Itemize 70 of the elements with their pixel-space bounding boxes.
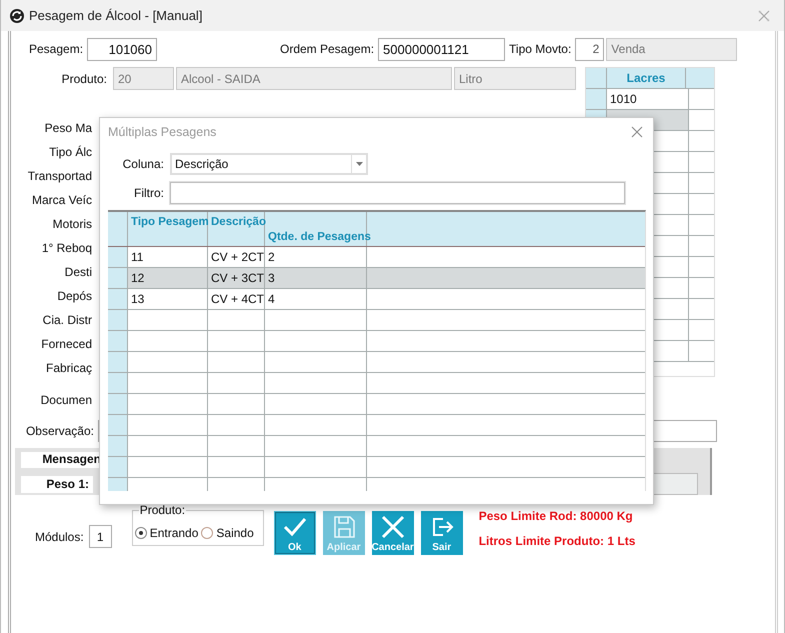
field-label: Fabricaç <box>46 360 92 377</box>
window-title: Pesagem de Álcool - [Manual] <box>29 8 202 23</box>
input-field[interactable]: 1 <box>88 525 112 548</box>
table-cell: CV + 2CT <box>208 247 265 267</box>
field-label: Tipo Movto: <box>509 42 572 56</box>
field-label: Transportad <box>28 168 92 185</box>
table-cell: 3 <box>265 268 367 288</box>
field-label: Produto: <box>60 72 107 86</box>
row-header[interactable] <box>108 247 128 267</box>
row-header[interactable] <box>108 331 128 351</box>
row-header[interactable] <box>108 352 128 372</box>
table-cell: 13 <box>128 289 208 309</box>
field-label: Ordem Pesagem: <box>280 42 374 56</box>
input-field: Venda <box>606 38 738 60</box>
field-label: Filtro: <box>133 186 164 200</box>
table-cell: CV + 4CT <box>208 289 265 309</box>
input-field: Litro <box>454 67 576 90</box>
radio-button[interactable] <box>134 527 147 539</box>
input-field: 20 <box>113 67 174 90</box>
dialog-title: Múltiplas Pesagens <box>108 125 216 139</box>
field-label: Observação: <box>24 424 94 438</box>
row-header[interactable] <box>108 415 128 435</box>
column-header: Tipo Pesagem <box>128 212 208 246</box>
panel-title: Mensagen <box>42 452 101 466</box>
field-label: Motoris <box>52 216 92 233</box>
input-field[interactable]: 101060 <box>87 38 157 60</box>
input-field[interactable]: 2 <box>575 38 604 60</box>
field-label: Marca Veíc <box>32 192 92 209</box>
field-label: Depós <box>57 288 92 305</box>
field-label: 1° Reboq <box>42 240 92 257</box>
column-header: Descrição <box>208 212 265 246</box>
limit-text: Peso Limite Rod: 80000 Kg <box>478 509 634 523</box>
radio-label[interactable]: Saindo <box>216 526 254 540</box>
filter-field[interactable] <box>170 182 625 204</box>
input-field[interactable]: 500000001121 <box>378 38 506 60</box>
table-cell: 2 <box>265 247 367 267</box>
column-header: Lacres <box>607 68 686 88</box>
field-label: Peso Ma <box>44 120 92 137</box>
field-label: Módulos: <box>35 530 84 544</box>
radio-button[interactable] <box>201 527 214 539</box>
close-icon[interactable] <box>758 10 770 22</box>
row-header[interactable] <box>108 268 128 288</box>
app-logo-icon <box>9 8 25 24</box>
row-header[interactable] <box>586 89 607 109</box>
table-cell: CV + 3CT <box>208 268 265 288</box>
field-label: Desti <box>64 264 92 281</box>
input-field: Alcool - SAIDA <box>176 67 452 90</box>
row-header[interactable] <box>108 457 128 477</box>
column-dropdown[interactable]: Descrição <box>170 153 368 175</box>
table-cell: 4 <box>265 289 367 309</box>
limit-text: Litros Limite Produto: 1 Lts <box>478 534 636 548</box>
field-label: Cia. Distr <box>42 312 92 329</box>
row-header[interactable] <box>108 394 128 414</box>
field-label: Forneced <box>41 336 92 353</box>
field-label: Pesagem: <box>29 42 83 56</box>
row-header[interactable] <box>108 289 128 309</box>
radio-label[interactable]: Entrando <box>150 526 198 540</box>
close-icon[interactable] <box>631 126 643 138</box>
row-header[interactable] <box>108 310 128 330</box>
caret-icon <box>356 162 362 166</box>
table-cell: 11 <box>128 247 208 267</box>
row-header[interactable] <box>108 373 128 393</box>
table-cell: 12 <box>128 268 208 288</box>
field-label: Coluna: <box>122 157 164 171</box>
cross-icon <box>380 514 406 540</box>
field-label: Documen <box>40 392 92 409</box>
row-header[interactable] <box>108 436 128 456</box>
table-cell: 1010 <box>607 89 689 109</box>
field-label: Peso 1: <box>21 476 93 492</box>
field-label: Tipo Álc <box>49 144 92 161</box>
